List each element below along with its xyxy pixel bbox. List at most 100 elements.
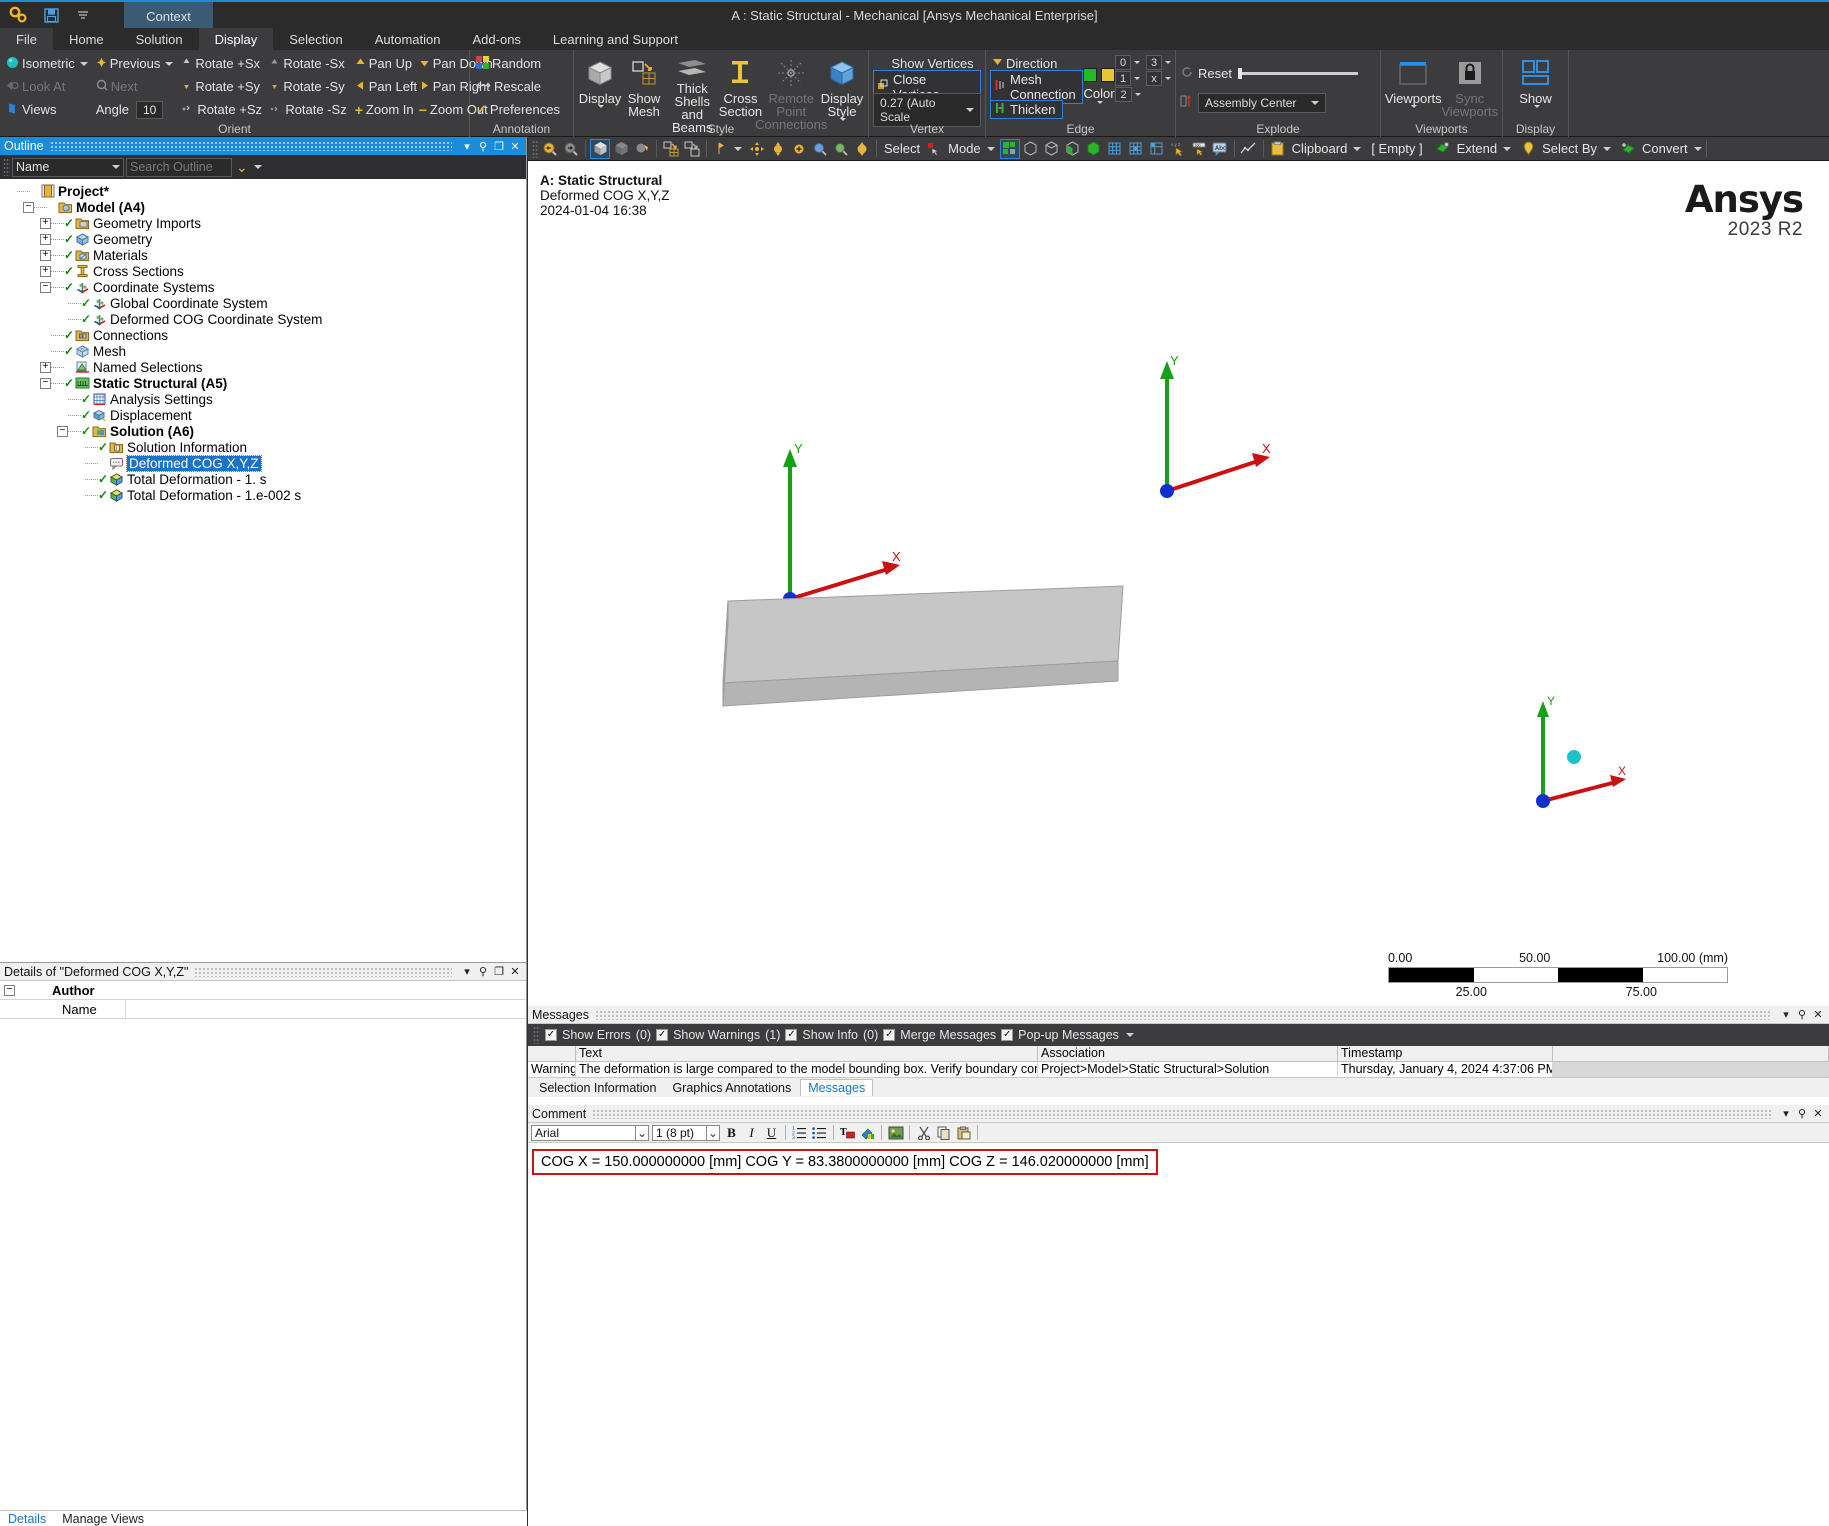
clipboard-label[interactable]: Clipboard: [1289, 141, 1351, 156]
chevron-down-icon[interactable]: [1411, 105, 1418, 108]
wireframe-display-icon[interactable]: [611, 139, 631, 159]
tree-item-solution-information[interactable]: ✓ i Solution Information: [6, 439, 526, 455]
tab-messages[interactable]: Messages: [800, 1079, 874, 1096]
show-warnings-checkbox[interactable]: ✓: [656, 1029, 669, 1041]
clipboard-icon[interactable]: [1268, 139, 1288, 159]
bulleted-list-icon[interactable]: [811, 1124, 828, 1141]
tree-item-solution-a6[interactable]: − ✓ Solution (A6): [6, 423, 526, 439]
expand-icon[interactable]: +: [40, 217, 51, 229]
tree-item-model-a4[interactable]: − Model (A4): [6, 199, 526, 215]
select-bodies-solid-icon[interactable]: [1084, 139, 1104, 159]
chevron-down-icon[interactable]: [1353, 146, 1362, 151]
pan-up-button[interactable]: Pan Up: [353, 53, 418, 74]
zoom-in-button[interactable]: + Zoom In: [353, 99, 420, 120]
messages-close-icon[interactable]: ✕: [1811, 1008, 1825, 1022]
solid-display-icon[interactable]: [590, 138, 610, 159]
comment-text[interactable]: COG X = 150.000000000 [mm] COG Y = 83.38…: [532, 1149, 1158, 1175]
chevron-down-icon[interactable]: ⌄: [635, 1125, 648, 1140]
outline-tree[interactable]: Project* − Model (A4) + ✓ Geometry Imports + ✓ G…: [0, 179, 526, 962]
chevron-down-icon[interactable]: [79, 61, 88, 66]
extend-icon[interactable]: [1433, 139, 1453, 159]
details-section-row[interactable]: − Author: [0, 981, 526, 1000]
edge-num-3[interactable]: 3: [1146, 55, 1162, 70]
hide-mesh-icon[interactable]: [682, 139, 702, 159]
mesh-connection-button[interactable]: Mesh Connection: [990, 69, 1083, 104]
highlight-color-icon[interactable]: [859, 1124, 876, 1141]
tree-item-materials[interactable]: + ✓ Materials: [6, 247, 526, 263]
search-input[interactable]: Search Outline: [126, 157, 232, 177]
outline-pin-icon[interactable]: ⚲: [476, 139, 490, 153]
search-filter-icon[interactable]: ⌄: [234, 159, 250, 176]
convert-icon[interactable]: [1618, 139, 1638, 159]
expand-icon[interactable]: +: [40, 249, 51, 261]
tab-learning-and-support[interactable]: Learning and Support: [537, 28, 694, 50]
previous-view-button[interactable]: Previous: [94, 53, 180, 74]
look-at-button[interactable]: Look At: [4, 76, 71, 97]
views-button[interactable]: Views: [4, 99, 62, 120]
chevron-down-icon[interactable]: [1135, 93, 1141, 96]
mesh-nodes-icon[interactable]: [1105, 139, 1125, 159]
chevron-down-icon[interactable]: [734, 146, 742, 151]
copy-icon[interactable]: [935, 1124, 952, 1141]
chevron-down-icon[interactable]: [1503, 146, 1512, 151]
col-text[interactable]: Text: [576, 1046, 1038, 1061]
chevron-down-icon[interactable]: [986, 146, 995, 151]
chevron-down-icon[interactable]: [1165, 61, 1171, 64]
tab-display[interactable]: Display: [198, 28, 274, 50]
chevron-down-icon[interactable]: [1125, 1033, 1134, 1037]
outline-close-icon[interactable]: ✕: [508, 139, 522, 153]
edge-num-x[interactable]: x: [1146, 71, 1162, 86]
tab-file[interactable]: File: [0, 28, 53, 50]
select-by-label[interactable]: Select By: [1539, 141, 1600, 156]
table-row[interactable]: Warning The deformation is large compare…: [528, 1062, 1829, 1077]
chevron-down-icon[interactable]: [966, 107, 974, 112]
details-pin-icon[interactable]: ⚲: [476, 965, 490, 979]
details-row-value[interactable]: [126, 1000, 526, 1019]
messages-pin-icon[interactable]: ⚲: [1795, 1008, 1809, 1022]
ansys-app-icon[interactable]: [6, 4, 32, 26]
col-association[interactable]: Association: [1038, 1046, 1338, 1061]
zoom-to-fit-icon[interactable]: [831, 139, 851, 159]
edge-num-2[interactable]: 2: [1115, 87, 1132, 102]
tree-item-named-selections[interactable]: + Named Selections: [6, 359, 526, 375]
select-vertices-icon[interactable]: [1021, 139, 1041, 159]
comment-close-icon[interactable]: ✕: [1811, 1107, 1825, 1121]
expand-icon[interactable]: +: [40, 265, 51, 277]
random-colors-button[interactable]: Random: [474, 53, 547, 74]
angle-stepper[interactable]: Angle 10: [94, 99, 170, 120]
tree-item-geometry[interactable]: + ✓ Geometry: [6, 231, 526, 247]
select-faces-icon[interactable]: [1063, 139, 1083, 159]
tree-item-displacement[interactable]: ✓ Displacement: [6, 407, 526, 423]
tree-item-connections[interactable]: ✓ Connections: [6, 327, 526, 343]
merge-messages-checkbox[interactable]: ✓: [883, 1029, 896, 1041]
annotation-icon[interactable]: Abc: [1210, 139, 1230, 159]
details-menu-icon[interactable]: ▾: [460, 965, 474, 979]
tab-details[interactable]: Details: [0, 1511, 54, 1526]
chevron-down-icon[interactable]: [165, 61, 174, 66]
col-timestamp[interactable]: Timestamp: [1338, 1046, 1553, 1061]
annotation-preferences-button[interactable]: ✓ Preferences: [474, 99, 566, 120]
next-view-button[interactable]: Next: [94, 76, 144, 97]
select-bodies-icon[interactable]: [999, 138, 1020, 159]
rotate-minus-sy-button[interactable]: Rotate -Sy: [267, 76, 350, 97]
tree-item-coordinate-systems[interactable]: − ✓ Coordinate Systems: [6, 279, 526, 295]
shaded-exterior-icon[interactable]: [632, 139, 652, 159]
numbered-list-icon[interactable]: 123: [791, 1124, 808, 1141]
tree-item-mesh[interactable]: ✓ Mesh: [6, 343, 526, 359]
angle-value[interactable]: 10: [135, 100, 164, 119]
box-zoom-icon[interactable]: [810, 139, 830, 159]
comment-body[interactable]: COG X = 150.000000000 [mm] COG Y = 83.38…: [528, 1143, 1829, 1181]
tab-graphics-annotations[interactable]: Graphics Annotations: [665, 1080, 798, 1096]
col-type[interactable]: [528, 1046, 576, 1061]
comment-menu-icon[interactable]: ▾: [1779, 1107, 1793, 1121]
context-tab[interactable]: Context: [124, 2, 213, 30]
chevron-down-icon[interactable]: [1134, 61, 1140, 64]
probe-icon[interactable]: [711, 139, 731, 159]
3d-scene[interactable]: Y X Y X Y X: [528, 161, 1829, 1006]
cut-icon[interactable]: [915, 1124, 932, 1141]
chevron-down-icon[interactable]: [1533, 105, 1540, 108]
collapse-icon[interactable]: −: [57, 425, 68, 437]
rotate-minus-sz-button[interactable]: Rotate -Sz: [267, 99, 352, 120]
popup-messages-checkbox[interactable]: ✓: [1001, 1029, 1014, 1041]
extend-label[interactable]: Extend: [1454, 141, 1500, 156]
